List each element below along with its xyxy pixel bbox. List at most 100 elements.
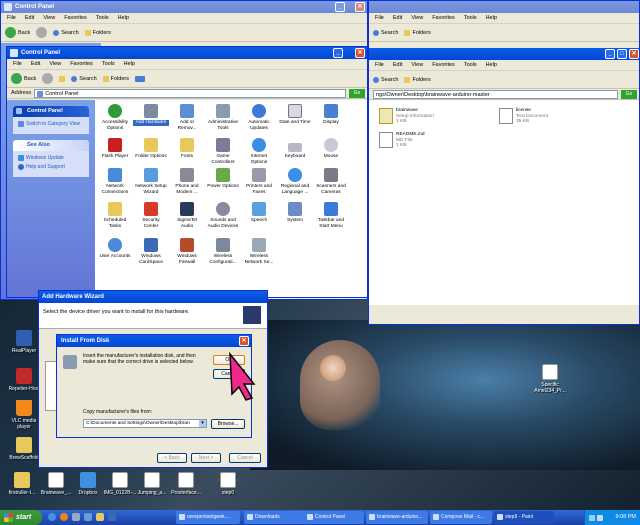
menu-item[interactable]: Help — [486, 62, 497, 68]
windows-update-link[interactable]: Windows Update — [18, 155, 84, 161]
menu-item[interactable]: File — [375, 62, 384, 68]
item-windows-cardspace[interactable]: Windows CardSpace — [133, 238, 169, 265]
menu-item[interactable]: Edit — [25, 15, 34, 21]
item-flash-player[interactable]: Flash Player — [97, 138, 133, 160]
item-display[interactable]: Display — [313, 104, 349, 126]
menu-item[interactable]: View — [411, 15, 423, 21]
item-add-hardware[interactable]: Add Hardware — [133, 104, 169, 126]
item-scanners-cameras[interactable]: Scanners and Cameras — [313, 168, 349, 195]
menu-item[interactable]: Tools — [96, 15, 109, 21]
taskbar-button[interactable]: unrepentantgeek.... — [176, 511, 240, 524]
minimize-button[interactable]: _ — [333, 48, 343, 58]
item-network-setup-wizard[interactable]: Network Setup Wizard — [133, 168, 169, 195]
item-windows-firewall[interactable]: Windows Firewall — [169, 238, 205, 265]
search-button[interactable]: Search — [373, 76, 398, 83]
menu-item[interactable]: Favorites — [432, 62, 455, 68]
taskbar-button[interactable]: brainwave-arduino... — [366, 511, 428, 524]
item-printers-faxes[interactable]: Printers and Faxes — [241, 168, 277, 195]
item-wireless-configuration[interactable]: Wireless Configurati... — [205, 238, 241, 265]
quicklaunch-firefox-icon[interactable] — [60, 513, 68, 521]
item-internet-options[interactable]: Internet Options — [241, 138, 277, 165]
menu-item[interactable]: Edit — [31, 61, 40, 67]
menu-item[interactable]: Tools — [464, 62, 477, 68]
item-speech[interactable]: Speech — [241, 202, 277, 224]
quicklaunch-ie-icon[interactable] — [48, 513, 56, 521]
item-regional-language[interactable]: Regional and Language ... — [277, 168, 313, 195]
menu-item[interactable]: View — [411, 62, 423, 68]
search-button[interactable]: Search — [373, 29, 398, 36]
views-button[interactable] — [135, 75, 146, 82]
back-button[interactable]: < Back — [157, 453, 187, 463]
item-date-time[interactable]: Date and Time — [277, 104, 313, 126]
chevron-down-icon[interactable]: ▾ — [199, 420, 206, 427]
close-button[interactable]: ✕ — [239, 336, 249, 346]
menu-item[interactable]: Tools — [464, 15, 477, 21]
item-phone-modem[interactable]: Phone and Modem ... — [169, 168, 205, 195]
taskbar-button[interactable]: Compose Mail - c... — [430, 511, 492, 524]
menu-item[interactable]: Favorites — [70, 61, 93, 67]
desktop-icon-bottom[interactable]: step0 — [206, 472, 250, 496]
item-sigmatel-audio[interactable]: SigmaTel Audio — [169, 202, 205, 229]
desktop-icon-bottom[interactable]: Prosterface... — [164, 472, 208, 496]
menu-item[interactable]: Help — [486, 15, 497, 21]
item-fonts[interactable]: Fonts — [169, 138, 205, 160]
item-keyboard[interactable]: Keyboard — [277, 138, 313, 160]
help-support-link[interactable]: Help and Support — [18, 164, 84, 170]
forward-button[interactable] — [42, 73, 54, 84]
item-taskbar-start-menu[interactable]: Taskbar and Start Menu — [313, 202, 349, 229]
forward-button[interactable] — [36, 27, 48, 38]
menu-item[interactable]: View — [43, 15, 55, 21]
item-automatic-updates[interactable]: Automatic Updates — [241, 104, 277, 131]
maximize-button[interactable]: □ — [617, 49, 627, 59]
file-item[interactable]: README.md MD File 1 KB — [379, 132, 425, 149]
item-game-controllers[interactable]: Game Controllers — [205, 138, 241, 165]
menu-item[interactable]: View — [49, 61, 61, 67]
menu-item[interactable]: Tools — [102, 61, 115, 67]
browse-button[interactable]: Browse... — [211, 419, 245, 429]
close-button[interactable]: ✕ — [629, 49, 639, 59]
taskbar-button[interactable]: Downloads — [244, 511, 306, 524]
back-button[interactable]: Back — [5, 27, 30, 38]
start-button[interactable]: start — [0, 510, 42, 525]
next-button[interactable]: Next > — [191, 453, 221, 463]
search-button[interactable]: Search — [71, 75, 97, 82]
go-button[interactable]: Go — [349, 88, 365, 98]
quicklaunch-folder-icon[interactable] — [96, 513, 104, 521]
menu-item[interactable]: File — [375, 15, 384, 21]
menu-item[interactable]: File — [7, 15, 16, 21]
folders-button[interactable]: Folders — [404, 76, 431, 83]
menu-item[interactable]: File — [13, 61, 22, 67]
item-scheduled-tasks[interactable]: Scheduled Tasks — [97, 202, 133, 229]
item-network-connections[interactable]: Network Connections — [97, 168, 133, 195]
switch-view-link[interactable]: Switch to Category View — [18, 121, 84, 127]
item-power-options[interactable]: Power Options — [205, 168, 241, 190]
tray-network-icon[interactable] — [589, 515, 595, 521]
menu-item[interactable]: Edit — [393, 15, 402, 21]
folders-button[interactable]: Folders — [84, 29, 111, 36]
menu-item[interactable]: Favorites — [64, 15, 87, 21]
item-system[interactable]: System — [277, 202, 313, 224]
tray-volume-icon[interactable] — [597, 515, 603, 521]
minimize-button[interactable]: _ — [335, 2, 345, 12]
item-user-accounts[interactable]: User Accounts — [97, 238, 133, 260]
up-folder-button[interactable] — [59, 75, 66, 82]
desktop-icon-specific[interactable]: Specific Amel234_Pr... — [530, 364, 570, 394]
item-security-center[interactable]: Security Center — [133, 202, 169, 229]
item-accessibility-options[interactable]: Accessibility Options — [97, 104, 133, 131]
cancel-button[interactable]: Cancel — [229, 453, 261, 463]
menu-item[interactable]: Edit — [393, 62, 402, 68]
item-administrative-tools[interactable]: Administrative Tools — [205, 104, 241, 131]
quicklaunch-app-icon[interactable] — [84, 513, 92, 521]
folders-button[interactable]: Folders — [404, 29, 431, 36]
item-sounds-audio[interactable]: Sounds and Audio Devices — [205, 202, 241, 229]
folders-button[interactable]: Folders — [102, 75, 129, 82]
file-item[interactable]: brainwave Setup Information 1 KB — [379, 108, 434, 125]
menu-item[interactable]: Favorites — [432, 15, 455, 21]
item-wireless-network-setup[interactable]: Wireless Network Se... — [241, 238, 277, 265]
close-button[interactable]: ✕ — [355, 48, 365, 58]
quicklaunch-desktop-icon[interactable] — [72, 513, 80, 521]
address-input[interactable]: Control Panel — [34, 88, 346, 98]
item-folder-options[interactable]: Folder Options — [133, 138, 169, 160]
address-input[interactable]: ngs\Owner\Desktop\brainwave-arduino-mast… — [373, 89, 618, 99]
taskbar-button[interactable]: step9 - Paint — [494, 511, 554, 524]
